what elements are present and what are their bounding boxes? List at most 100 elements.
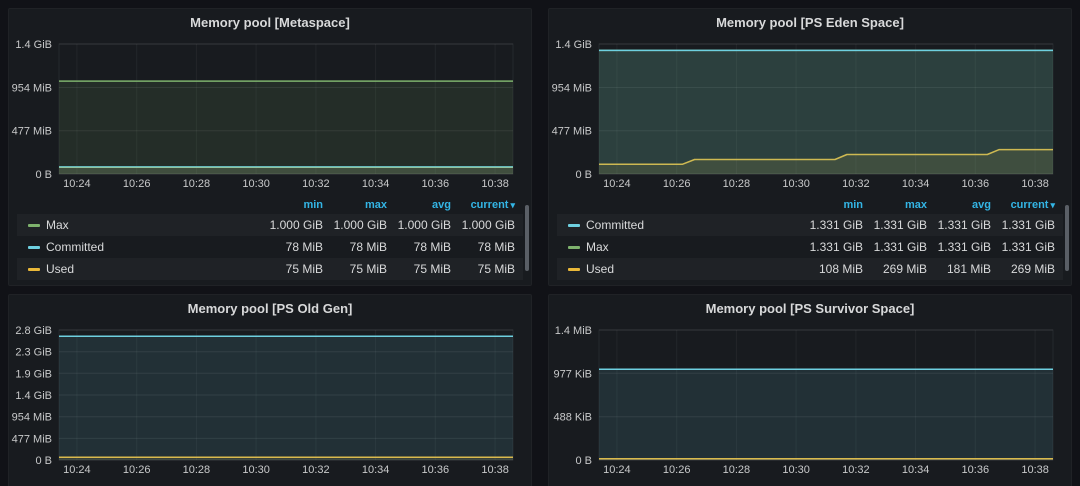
- legend-series-name[interactable]: Used: [586, 262, 614, 276]
- legend-stat-value: 1.331 GiB: [873, 218, 927, 232]
- legend-row-committed: Committed 1.331 GiB 1.331 GiB 1.331 GiB 1.33…: [557, 214, 1063, 236]
- legend-sort-min[interactable]: min: [799, 199, 863, 211]
- x-tick-label: 10:28: [723, 464, 751, 476]
- legend-series-name[interactable]: Max: [46, 218, 69, 232]
- legend-series-toggle[interactable]: Committed: [28, 240, 259, 254]
- legend-stat-value: 1.000 GiB: [397, 218, 451, 232]
- chart-ps-eden-space[interactable]: 1.4 GiB 954 MiB 477 MiB 0 B 10:24 10:26 10:28 1…: [549, 36, 1071, 194]
- y-tick-label: 0 B: [35, 169, 52, 181]
- x-tick-label: 10:38: [1021, 464, 1049, 476]
- legend-stat-value: 75 MiB: [477, 262, 515, 276]
- panel-memory-pool-ps-old-gen: Memory pool [PS Old Gen] 2.8 GiB 2.3 GiB 1…: [8, 294, 532, 486]
- y-tick-label: 488 KiB: [553, 412, 592, 424]
- legend-sort-avg[interactable]: avg: [387, 199, 451, 211]
- y-tick-label: 954 MiB: [12, 412, 52, 424]
- y-tick-label: 2.8 GiB: [15, 325, 52, 337]
- legend-series-name[interactable]: Committed: [46, 240, 104, 254]
- legend-scrollbar-thumb[interactable]: [525, 205, 529, 271]
- chart-svg[interactable]: 1.4 GiB 954 MiB 477 MiB 0 B 10:24 10:26 10:28 1…: [9, 36, 531, 194]
- y-tick-label: 477 MiB: [12, 126, 52, 138]
- panel-title[interactable]: Memory pool [PS Eden Space]: [549, 9, 1071, 36]
- dashboard-grid: Memory pool [Metaspace] 1.4 GiB 954 MiB 47…: [0, 0, 1080, 486]
- x-tick-label: 10:24: [603, 178, 631, 190]
- panel-title[interactable]: Memory pool [PS Survivor Space]: [549, 295, 1071, 322]
- legend-stat-value: 75 MiB: [285, 262, 323, 276]
- legend-stat-value: 269 MiB: [1010, 262, 1055, 276]
- legend-stat-value: 1.000 GiB: [269, 218, 323, 232]
- y-tick-label: 1.4 GiB: [555, 39, 592, 51]
- series-area-committed: [59, 336, 513, 460]
- x-tick-label: 10:38: [481, 464, 509, 476]
- chart-svg[interactable]: 1.4 MiB 977 KiB 488 KiB 0 B 10:24 10:26 10:28 1…: [549, 322, 1071, 480]
- x-tick-label: 10:36: [962, 464, 990, 476]
- y-tick-label: 477 MiB: [12, 433, 52, 445]
- chart-metaspace[interactable]: 1.4 GiB 954 MiB 477 MiB 0 B 10:24 10:26 10:28 1…: [9, 36, 531, 194]
- legend-stat-value: 1.331 GiB: [1001, 218, 1055, 232]
- series-color-swatch-icon: [568, 245, 580, 249]
- y-tick-label: 1.9 GiB: [15, 368, 52, 380]
- x-tick-label: 10:24: [63, 178, 91, 190]
- panel-title[interactable]: Memory pool [Metaspace]: [9, 9, 531, 36]
- legend-stat-value: 1.331 GiB: [1001, 240, 1055, 254]
- x-tick-label: 10:30: [242, 178, 270, 190]
- x-tick-label: 10:34: [362, 464, 390, 476]
- chart-svg[interactable]: 1.4 GiB 954 MiB 477 MiB 0 B 10:24 10:26 10:28 1…: [549, 36, 1071, 194]
- x-tick-label: 10:28: [183, 464, 211, 476]
- legend-stat-value: 1.331 GiB: [937, 218, 991, 232]
- panel-memory-pool-ps-survivor-space: Memory pool [PS Survivor Space] 1.4 MiB 9…: [548, 294, 1072, 486]
- legend-stat-value: 75 MiB: [413, 262, 451, 276]
- legend-stat-value: 78 MiB: [285, 240, 323, 254]
- x-tick-label: 10:32: [302, 178, 330, 190]
- y-tick-label: 954 MiB: [552, 83, 592, 95]
- series-area-committed: [599, 50, 1053, 174]
- x-tick-label: 10:26: [663, 464, 691, 476]
- series-area-max: [59, 81, 513, 174]
- series-color-swatch-icon: [568, 267, 580, 271]
- legend-sort-max[interactable]: max: [323, 199, 387, 211]
- legend-series-toggle[interactable]: Max: [568, 240, 799, 254]
- series-color-swatch-icon: [568, 223, 580, 227]
- x-tick-label: 10:26: [663, 178, 691, 190]
- chart-ps-old-gen[interactable]: 2.8 GiB 2.3 GiB 1.9 GiB 1.4 GiB 954 MiB 477 M…: [9, 322, 531, 480]
- legend-row-used: Used 108 MiB 269 MiB 181 MiB 269 MiB: [557, 258, 1063, 280]
- legend-series-name[interactable]: Max: [586, 240, 609, 254]
- legend-row-max: Max 1.331 GiB 1.331 GiB 1.331 GiB 1.331 GiB: [557, 236, 1063, 258]
- x-tick-label: 10:30: [782, 464, 810, 476]
- x-tick-label: 10:36: [962, 178, 990, 190]
- legend-sort-min[interactable]: min: [259, 199, 323, 211]
- legend-stat-value: 78 MiB: [477, 240, 515, 254]
- legend-stat-value: 181 MiB: [946, 262, 991, 276]
- legend-series-toggle[interactable]: Max: [28, 218, 259, 232]
- panel-title[interactable]: Memory pool [PS Old Gen]: [9, 295, 531, 322]
- legend-stat-value: 78 MiB: [349, 240, 387, 254]
- chart-svg[interactable]: 2.8 GiB 2.3 GiB 1.9 GiB 1.4 GiB 954 MiB 477 M…: [9, 322, 531, 480]
- legend-series-toggle[interactable]: Committed: [568, 218, 799, 232]
- x-tick-label: 10:30: [782, 178, 810, 190]
- legend-stat-value: 1.000 GiB: [333, 218, 387, 232]
- legend-table: min max avg current ▾ Committed 1.331 GiB 1.331…: [557, 196, 1063, 280]
- series-color-swatch-icon: [28, 223, 40, 227]
- legend-series-name[interactable]: Committed: [586, 218, 644, 232]
- y-tick-label: 1.4 GiB: [15, 390, 52, 402]
- legend-series-toggle[interactable]: Used: [568, 262, 799, 276]
- legend-row-max: Max 1.000 GiB 1.000 GiB 1.000 GiB 1.000 GiB: [17, 214, 523, 236]
- legend-stat-value: 1.331 GiB: [937, 240, 991, 254]
- legend-series-toggle[interactable]: Used: [28, 262, 259, 276]
- x-tick-label: 10:32: [302, 464, 330, 476]
- y-tick-label: 2.3 GiB: [15, 347, 52, 359]
- y-tick-label: 954 MiB: [12, 83, 52, 95]
- x-tick-label: 10:34: [362, 178, 390, 190]
- legend-sort-current[interactable]: current ▾: [991, 199, 1055, 211]
- legend-series-name[interactable]: Used: [46, 262, 74, 276]
- legend-sort-max[interactable]: max: [863, 199, 927, 211]
- legend-sort-current[interactable]: current ▾: [451, 199, 515, 211]
- legend-stat-value: 1.331 GiB: [809, 218, 863, 232]
- x-tick-label: 10:28: [723, 178, 751, 190]
- chart-ps-survivor-space[interactable]: 1.4 MiB 977 KiB 488 KiB 0 B 10:24 10:26 10:28 1…: [549, 322, 1071, 480]
- legend-sort-avg[interactable]: avg: [927, 199, 991, 211]
- legend-scrollbar-thumb[interactable]: [1065, 205, 1069, 271]
- x-tick-label: 10:34: [902, 178, 930, 190]
- legend-stat-value: 1.331 GiB: [809, 240, 863, 254]
- legend-stat-value: 1.000 GiB: [461, 218, 515, 232]
- legend-row-committed: Committed 78 MiB 78 MiB 78 MiB 78 MiB: [17, 236, 523, 258]
